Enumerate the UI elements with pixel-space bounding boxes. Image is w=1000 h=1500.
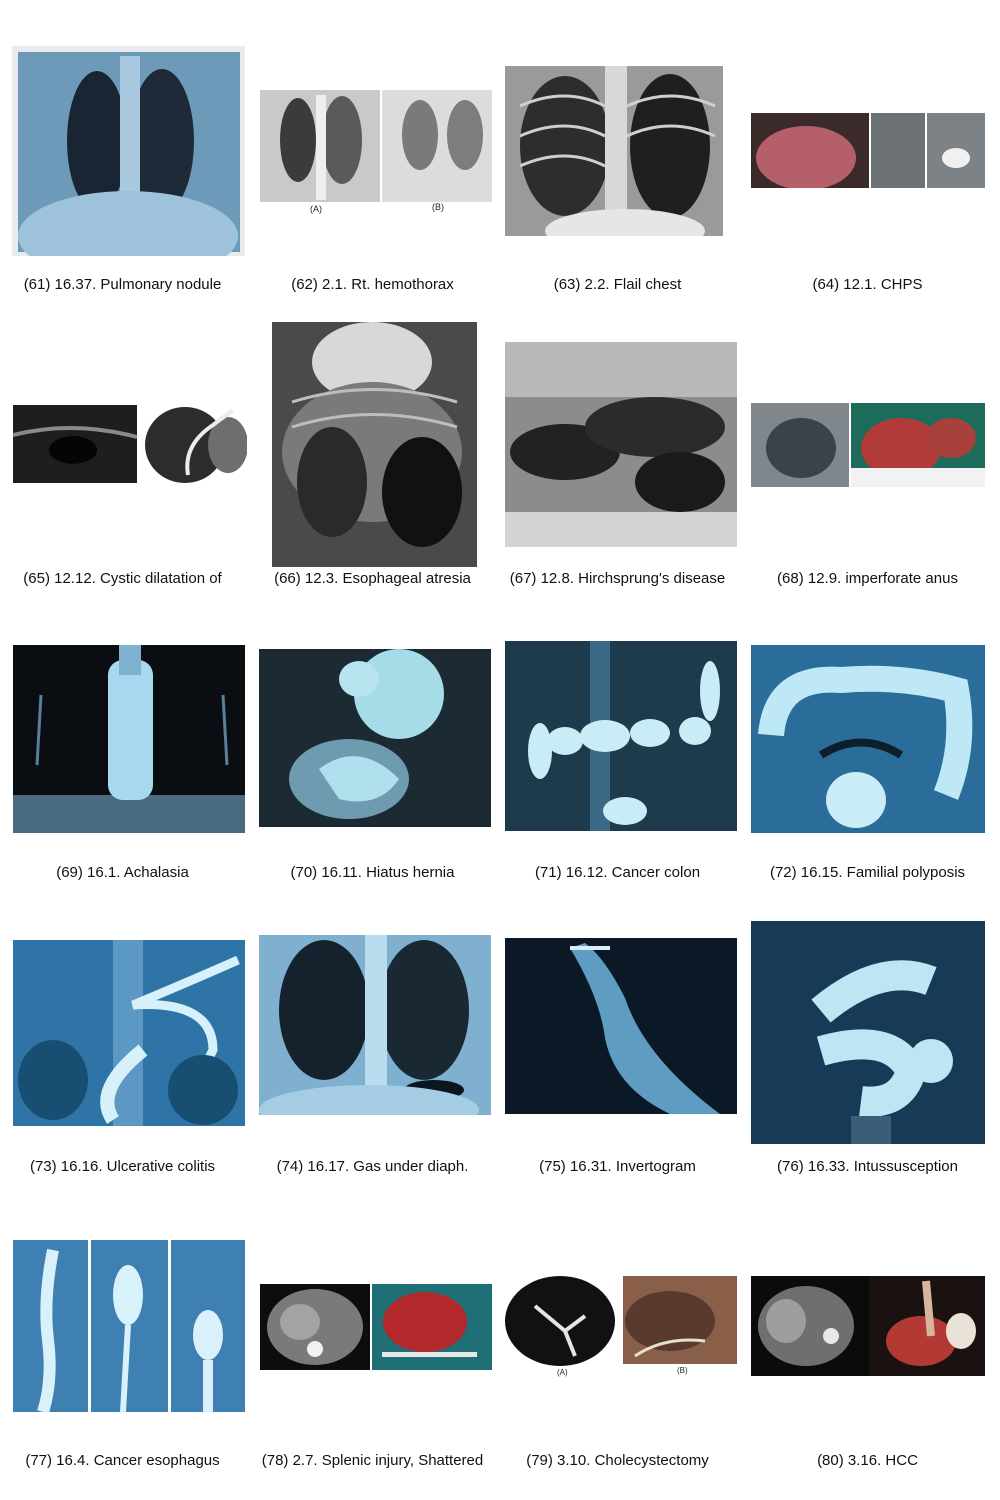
figure-77: (77) 16.4. Cancer esophagus [0,1182,245,1500]
figure-75-image [505,938,737,1114]
figure-79-label-a: (A) [557,1368,568,1377]
figure-78-caption: (78) 2.7. Splenic injury, Shattered [261,1452,484,1469]
figure-79-label-b: (B) [677,1366,688,1375]
figure-68-caption: (68) 12.9. imperforate anus [777,570,958,587]
figure-69-caption: (69) 16.1. Achalasia [56,864,189,881]
figure-70-image [259,649,491,827]
figure-62: (A) (B) (62) 2.1. Rt. hemothorax [250,0,495,300]
figure-74-image [259,935,491,1115]
figure-71-caption: (71) 16.12. Cancer colon [534,864,701,881]
figure-62-caption: (62) 2.1. Rt. hemothorax [291,276,454,293]
figure-75-caption: (75) 16.31. Invertogram [539,1158,696,1175]
figure-67-image [505,342,737,547]
figure-64-caption: (64) 12.1. CHPS [812,276,923,293]
figure-61-caption: (61) 16.37. Pulmonary nodule [23,276,222,293]
figure-65: (65) 12.12. Cystic dilatation of [0,300,247,594]
figure-79: (A) (B) (79) 3.10. Cholecystectomy [495,1182,740,1500]
figure-77-image [13,1240,245,1412]
figure-69-image [13,645,245,833]
figure-74: (74) 16.17. Gas under diaph. [250,888,495,1182]
figure-75: (75) 16.31. Invertogram [495,888,740,1182]
figure-80-image [751,1276,985,1376]
figure-66: (66) 12.3. Esophageal atresia [250,300,495,594]
figure-68-image [751,403,985,487]
figure-63-caption: (63) 2.2. Flail chest [553,276,682,293]
figure-73: (73) 16.16. Ulcerative colitis [0,888,245,1182]
figure-78-image [260,1284,492,1370]
figure-63-image [505,66,723,236]
figure-76-image [751,921,985,1144]
figure-67: (67) 12.8. Hirchsprung's disease [495,300,740,594]
figure-67-caption: (67) 12.8. Hirchsprung's disease [509,570,726,587]
figure-68: (68) 12.9. imperforate anus [745,300,990,594]
figure-62-label-a: (A) [310,204,322,214]
figure-73-image [13,940,245,1126]
figure-80: (80) 3.16. HCC [745,1182,990,1500]
figure-62-image: (A) (B) [260,90,492,220]
figure-76-caption: (76) 16.33. Intussusception [777,1158,958,1175]
figure-65-image [13,405,247,483]
figure-66-image [272,322,477,567]
figure-71-image [505,641,737,831]
figure-61: (61) 16.37. Pulmonary nodule [0,0,245,300]
figure-80-caption: (80) 3.16. HCC [817,1452,918,1469]
figure-79-caption: (79) 3.10. Cholecystectomy [526,1452,709,1469]
figure-70: (70) 16.11. Hiatus hernia [250,594,495,888]
figure-72: (72) 16.15. Familial polyposis [745,594,990,888]
figure-79-image: (A) (B) [505,1276,737,1378]
figure-63: (63) 2.2. Flail chest [495,0,740,300]
figure-73-caption: (73) 16.16. Ulcerative colitis [29,1158,216,1175]
figure-78: (78) 2.7. Splenic injury, Shattered [250,1182,495,1500]
figure-77-caption: (77) 16.4. Cancer esophagus [25,1452,220,1469]
figure-76: (76) 16.33. Intussusception [745,888,990,1182]
figure-64: (64) 12.1. CHPS [745,0,990,300]
figure-62-label-b: (B) [432,202,444,212]
figure-64-image [751,113,985,188]
figure-66-caption: (66) 12.3. Esophageal atresia [274,570,471,587]
figure-69: (69) 16.1. Achalasia [0,594,245,888]
figure-72-image [751,645,985,833]
figure-70-caption: (70) 16.11. Hiatus hernia [290,864,455,881]
figure-71: (71) 16.12. Cancer colon [495,594,740,888]
figure-72-caption: (72) 16.15. Familial polyposis [769,864,966,881]
figure-61-image [12,46,245,256]
figure-74-caption: (74) 16.17. Gas under diaph. [276,1158,469,1175]
figure-65-caption: (65) 12.12. Cystic dilatation of [23,570,222,587]
